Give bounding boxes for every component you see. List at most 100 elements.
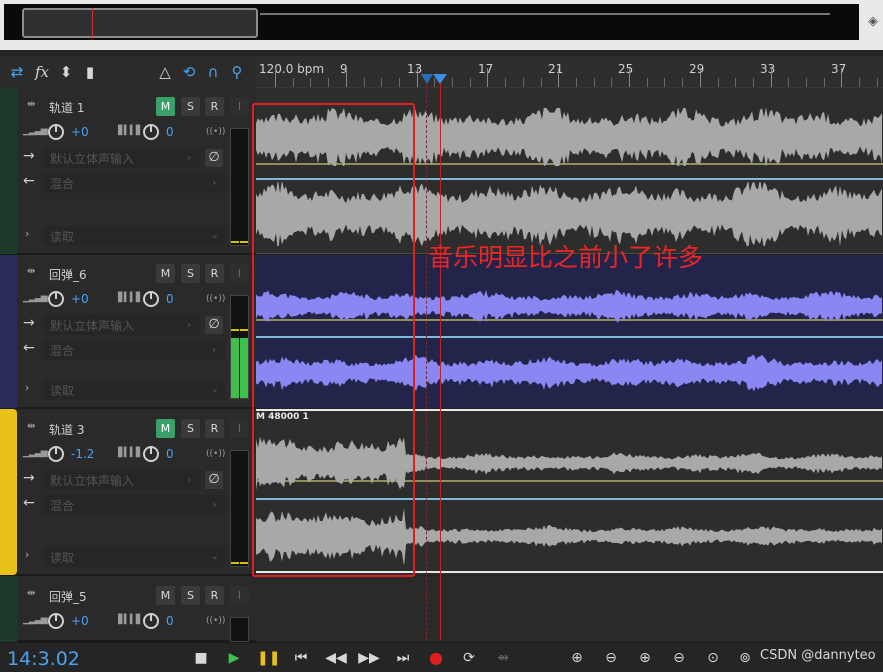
volume-knob[interactable] (48, 124, 64, 140)
ruler-tick (841, 68, 842, 87)
pan-icon: ▋▍▍▋ (118, 126, 143, 136)
zoom-full-icon[interactable]: ⊚ (734, 647, 756, 669)
volume-knob[interactable] (48, 291, 64, 307)
solo-button[interactable]: S (181, 586, 200, 605)
input-monitor-button[interactable]: I (230, 264, 249, 283)
headphones-icon[interactable]: ∩ (201, 60, 225, 84)
skip-selection-icon[interactable]: ⇴ (492, 647, 514, 669)
solo-button[interactable]: S (181, 419, 200, 438)
ruler-tick (664, 78, 665, 87)
ruler-tick (629, 68, 630, 87)
expand-automation-icon[interactable]: › (25, 227, 29, 240)
zoom-selection-icon[interactable]: ⊙ (702, 647, 724, 669)
pan-value[interactable]: 0 (166, 292, 174, 306)
track-color-strip (0, 255, 17, 408)
pan-value[interactable]: 0 (166, 614, 174, 628)
solo-button[interactable]: S (181, 264, 200, 283)
sends-icon[interactable]: ⬍ (54, 60, 78, 84)
chevron-down-icon: ⌄ (210, 549, 220, 562)
pan-value[interactable]: 0 (166, 447, 174, 461)
volume-value[interactable]: +0 (71, 125, 89, 139)
expand-automation-icon[interactable]: › (25, 548, 29, 561)
volume-value[interactable]: +0 (71, 292, 89, 306)
input-monitor-button[interactable]: I (230, 586, 249, 605)
pan-value[interactable]: 0 (166, 125, 174, 139)
track-name[interactable]: 轨道 3 (49, 421, 84, 438)
pan-knob[interactable] (143, 446, 159, 462)
input-label: 默认立体声输入 (50, 152, 135, 166)
fx-icon[interactable]: fx (30, 60, 54, 84)
track-name[interactable]: 回弹_5 (49, 588, 87, 605)
ruler-label: 33 (760, 62, 776, 76)
tempo-label: 120.0 bpm (259, 62, 325, 76)
zoom-navigator-icon[interactable]: ◈ (868, 14, 883, 32)
record-arm-button[interactable]: R (205, 586, 224, 605)
volume-value[interactable]: -1.2 (71, 447, 94, 461)
input-monitor-button[interactable]: I (230, 97, 249, 116)
zoom-out-amplitude-icon[interactable]: ⊖ (600, 647, 622, 669)
zoom-out-time-icon[interactable]: ⊖ (668, 647, 690, 669)
automation-label: 读取 (50, 384, 75, 398)
mute-button[interactable]: M (156, 264, 175, 283)
phase-invert-button[interactable]: ∅ (205, 316, 223, 334)
fast-forward-icon[interactable]: ▶▶ (358, 647, 380, 669)
volume-knob[interactable] (48, 446, 64, 462)
pan-knob[interactable] (143, 124, 159, 140)
pan-knob[interactable] (143, 613, 159, 629)
chevron-down-icon: ⌄ (210, 228, 220, 241)
track-name[interactable]: 回弹_6 (49, 266, 87, 283)
pan-icon: ▋▍▍▋ (118, 293, 143, 303)
phase-invert-button[interactable]: ∅ (205, 471, 223, 489)
ruler-tick (700, 68, 701, 87)
zoom-in-amplitude-icon[interactable]: ⊕ (566, 647, 588, 669)
chevron-right-icon: › (212, 176, 217, 189)
volume-value[interactable]: +0 (71, 614, 89, 628)
output-arrow-icon: ← (23, 495, 35, 511)
solo-button[interactable]: S (181, 97, 200, 116)
go-to-start-icon[interactable]: ⏮ (290, 647, 312, 669)
arrows-swap-icon[interactable]: ⇄ (5, 60, 29, 84)
overview-viewport-window[interactable] (22, 8, 258, 38)
record-arm-button[interactable]: R (205, 264, 224, 283)
marker-pin-icon[interactable]: ⚲ (225, 60, 249, 84)
automation-label: 读取 (50, 551, 75, 565)
meter-peak (231, 241, 239, 243)
track-name[interactable]: 轨道 1 (49, 99, 84, 116)
phase-invert-button[interactable]: ∅ (205, 149, 223, 167)
record-icon[interactable]: ● (425, 647, 447, 669)
zoom-in-time-icon[interactable]: ⊕ (634, 647, 656, 669)
track-lane-4[interactable] (256, 576, 883, 642)
mute-button[interactable]: M (156, 97, 175, 116)
go-to-end-icon[interactable]: ⏭ (392, 647, 414, 669)
stop-icon[interactable]: ■ (190, 647, 212, 669)
ruler-tick (417, 68, 418, 87)
expand-automation-icon[interactable]: › (25, 381, 29, 394)
loop-record-icon[interactable]: ⟲ (177, 60, 201, 84)
ruler-tick (470, 78, 471, 87)
mute-button[interactable]: M (156, 419, 175, 438)
meter-level-right (240, 338, 248, 398)
chevron-right-icon: › (212, 498, 217, 511)
mute-button[interactable]: M (156, 586, 175, 605)
ruler-tick (771, 68, 772, 87)
timecode-display[interactable]: 14:3.02 (7, 648, 80, 670)
stereo-icon: ((•)) (206, 127, 226, 137)
chevron-right-icon: › (212, 343, 217, 356)
play-icon[interactable]: ▶ (223, 647, 245, 669)
output-label: 混合 (50, 177, 75, 191)
playhead-line[interactable] (440, 80, 441, 640)
chevron-right-icon: › (187, 151, 192, 164)
record-arm-button[interactable]: R (205, 419, 224, 438)
record-arm-button[interactable]: R (205, 97, 224, 116)
input-arrow-icon: → (23, 148, 35, 164)
metronome-icon[interactable]: △ (153, 60, 177, 84)
overview-playhead (92, 8, 93, 38)
eq-bars-icon[interactable]: ▮ (78, 60, 102, 84)
input-monitor-button[interactable]: I (230, 419, 249, 438)
pan-knob[interactable] (143, 291, 159, 307)
ruler-label: 25 (618, 62, 634, 76)
loop-icon[interactable]: ⟳ (458, 647, 480, 669)
pause-icon[interactable]: ❚❚ (257, 647, 280, 669)
rewind-icon[interactable]: ◀◀ (325, 647, 347, 669)
volume-knob[interactable] (48, 613, 64, 629)
